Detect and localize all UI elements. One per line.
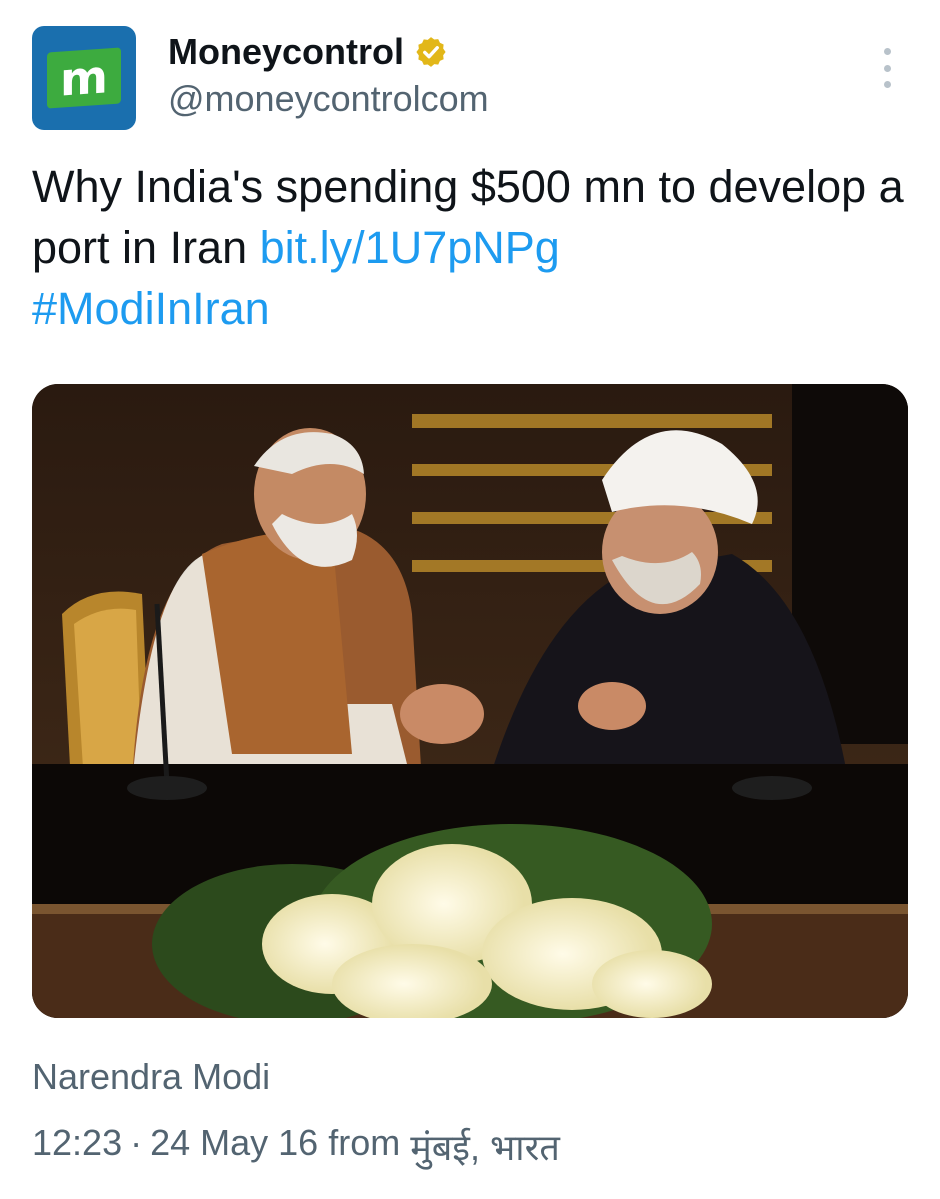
tweet-metadata: 12:23 · 24 May 16 from मुंबई, भारत	[32, 1122, 560, 1171]
more-options-icon[interactable]	[876, 48, 898, 88]
avatar-letter: m	[60, 49, 108, 107]
tweet-link[interactable]: bit.ly/1U7pNPg	[260, 222, 560, 273]
meta-separator: ·	[130, 1122, 143, 1163]
tweet-card: m Moneycontrol @moneycontrolcom Why Indi…	[0, 0, 940, 1199]
author-display-name[interactable]: Moneycontrol	[168, 31, 404, 73]
author-handle[interactable]: @moneycontrolcom	[168, 78, 489, 120]
tweet-text: Why India's spending $500 mn to develop …	[32, 156, 912, 339]
tweet-date[interactable]: 24 May 16	[150, 1122, 328, 1171]
tweet-location[interactable]: मुंबई, भारत	[410, 1122, 560, 1171]
from-label: from	[328, 1122, 401, 1163]
author-name-row[interactable]: Moneycontrol	[168, 30, 448, 74]
author-avatar[interactable]: m	[32, 26, 136, 130]
tweet-time[interactable]: 12:23	[32, 1122, 122, 1171]
tweet-hashtag[interactable]: #ModiInIran	[32, 283, 270, 334]
tweet-photo[interactable]	[32, 384, 908, 1018]
moneycontrol-logo-icon: m	[47, 47, 121, 109]
handshake-photo-image	[32, 384, 908, 1018]
verified-badge-icon	[416, 37, 446, 67]
photo-credit[interactable]: Narendra Modi	[32, 1056, 270, 1098]
